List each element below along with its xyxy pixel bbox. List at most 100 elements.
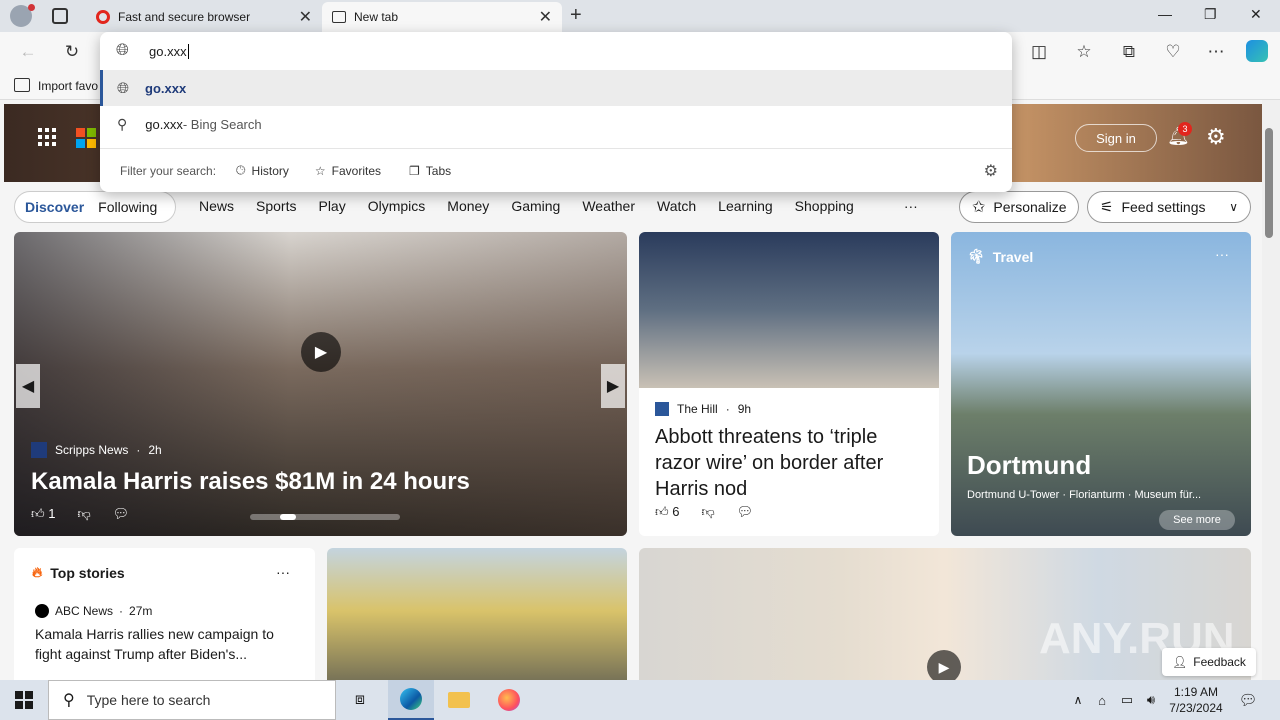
nav-item-weather[interactable]: Weather	[582, 198, 635, 214]
tab-title: New tab	[354, 10, 399, 24]
travel-label: 🌴︎ Travel	[967, 248, 1034, 265]
nav-more-button[interactable]: ···	[904, 198, 918, 214]
travel-title[interactable]: Dortmund	[967, 450, 1091, 481]
comment-icon[interactable]: 💬︎	[737, 504, 754, 520]
taskbar: ⚲ Type here to search ⧈ ∧ ⌂ ▭ 🔊︎ 1:19 AM…	[0, 680, 1280, 720]
comment-icon[interactable]: 💬︎	[113, 506, 130, 522]
scrollbar-thumb[interactable]	[1265, 128, 1273, 238]
nav-item-learning[interactable]: Learning	[718, 198, 773, 214]
like-button[interactable]: 👍︎ 1	[31, 506, 55, 522]
settings-more-icon[interactable]: ⋯	[1204, 40, 1228, 64]
story-source: ABC News · 27m	[35, 604, 152, 618]
browser-essentials-icon[interactable]: ♡	[1161, 40, 1185, 64]
travel-card[interactable]: 🌴︎ Travel ··· Dortmund Dortmund U-Tower …	[951, 232, 1251, 536]
import-favorites-link[interactable]: Import favo	[38, 79, 98, 93]
network-tray-icon[interactable]: ⌂	[1092, 680, 1112, 720]
nav-item-play[interactable]: Play	[318, 198, 345, 214]
globe-icon: 🌐︎	[116, 42, 129, 59]
main-story-headline[interactable]: Kamala Harris raises $81M in 24 hours	[31, 468, 470, 496]
collections-icon[interactable]: ⧉	[1117, 40, 1141, 64]
clock[interactable]: 1:19 AM 7/23/2024	[1162, 680, 1230, 720]
taskbar-search-box[interactable]: ⚲ Type here to search	[48, 680, 336, 720]
nav-item-news[interactable]: News	[199, 198, 234, 214]
microsoft-logo-icon[interactable]	[76, 128, 96, 148]
more-options-icon[interactable]: ···	[1215, 246, 1229, 262]
start-button[interactable]	[0, 680, 48, 720]
apps-launcher-icon[interactable]	[38, 128, 56, 146]
filter-history-button[interactable]: 🕒︎ History	[236, 163, 289, 178]
suggestion-search[interactable]: ⚲ go.xxx - Bing Search	[100, 106, 1012, 142]
minimize-icon[interactable]: —	[1158, 6, 1172, 22]
dislike-icon[interactable]: 👎︎	[701, 504, 714, 520]
travel-caption: Dortmund U-Tower · Florianturm · Museum …	[967, 489, 1202, 501]
restore-icon[interactable]: ❐	[1204, 6, 1217, 23]
source-name: Scripps News	[55, 443, 129, 457]
tab-following[interactable]: Following	[98, 199, 157, 215]
source-name: The Hill	[677, 402, 718, 416]
back-icon[interactable]: ←	[16, 40, 40, 64]
tab-discover[interactable]: Discover	[25, 199, 84, 215]
nav-item-money[interactable]: Money	[447, 198, 489, 214]
carousel-dots	[250, 514, 400, 520]
main-story-card[interactable]: ▶ ◀ ▶ Scripps News · 2h Kamala Harris ra…	[14, 232, 627, 536]
main-story-source: Scripps News · 2h	[31, 442, 162, 458]
play-icon[interactable]: ▶	[301, 332, 341, 372]
dislike-icon[interactable]: 👎︎	[77, 506, 90, 522]
search-icon: ⚲	[117, 115, 128, 132]
close-tab-icon[interactable]: ✕	[299, 7, 312, 27]
active-dot	[280, 514, 296, 520]
tab-strip: Fast and secure browser ✕ New tab ✕ + — …	[0, 0, 1280, 32]
personalize-button[interactable]: ✩ Personalize	[959, 191, 1079, 223]
firefox-icon[interactable]	[486, 680, 532, 720]
carousel-prev-icon[interactable]: ◀	[16, 364, 40, 408]
filter-favorites-button[interactable]: ☆ Favorites	[315, 164, 381, 178]
notification-center-icon[interactable]: 💬︎	[1234, 680, 1262, 720]
copilot-icon[interactable]	[1246, 40, 1268, 62]
feed-settings-button[interactable]: ⚟ Feed settings ∨	[1087, 191, 1251, 223]
edge-taskbar-icon[interactable]	[388, 680, 434, 720]
tab-opera[interactable]: Fast and secure browser ✕	[86, 2, 322, 32]
source-name: ABC News	[55, 604, 114, 618]
nav-item-olympics[interactable]: Olympics	[368, 198, 426, 214]
ethernet-icon[interactable]: ▭	[1116, 680, 1138, 720]
tab-actions-icon[interactable]	[52, 8, 68, 24]
nav-item-sports[interactable]: Sports	[256, 198, 296, 214]
nav-item-watch[interactable]: Watch	[657, 198, 696, 214]
story-age: 2h	[148, 443, 162, 457]
story-photo	[639, 232, 939, 388]
story-card-the-hill[interactable]: The Hill · 9h Abbott threatens to ‘tripl…	[639, 232, 939, 536]
feedback-button[interactable]: 👤︎ Feedback	[1162, 648, 1256, 676]
volume-icon[interactable]: 🔊︎	[1140, 680, 1162, 720]
tab-new-tab[interactable]: New tab ✕	[322, 2, 562, 32]
address-input[interactable]: go.xxx	[149, 44, 189, 59]
task-view-icon[interactable]: ⧈	[340, 680, 380, 720]
toys-image-card[interactable]: ▶ ANY.RUN	[639, 548, 1251, 680]
favorites-star-icon[interactable]: ☆	[1072, 40, 1096, 64]
more-options-icon[interactable]: ···	[276, 564, 290, 580]
page-settings-gear-icon[interactable]: ⚙	[1206, 124, 1226, 150]
feed-toggle: Discover Following	[14, 191, 176, 223]
sign-in-button[interactable]: Sign in	[1075, 124, 1157, 152]
split-screen-icon[interactable]: ◫	[1027, 40, 1051, 64]
nav-item-shopping[interactable]: Shopping	[795, 198, 854, 214]
carousel-next-icon[interactable]: ▶	[601, 364, 625, 408]
play-icon[interactable]: ▶	[927, 650, 961, 680]
feed-settings-label: Feed settings	[1121, 199, 1206, 215]
close-tab-icon[interactable]: ✕	[539, 7, 552, 27]
workers-image-card[interactable]	[327, 548, 627, 680]
show-hidden-icons-chevron-icon[interactable]: ∧	[1068, 680, 1088, 720]
filter-tabs-button[interactable]: ❐ Tabs	[409, 164, 451, 178]
new-tab-plus-icon[interactable]: +	[570, 4, 582, 27]
nav-item-gaming[interactable]: Gaming	[511, 198, 560, 214]
story-headline[interactable]: Kamala Harris rallies new campaign to fi…	[35, 624, 295, 664]
see-more-button[interactable]: See more	[1159, 510, 1235, 530]
story-headline[interactable]: Abbott threatens to ‘triple razor wire’ …	[655, 424, 925, 502]
search-settings-gear-icon[interactable]: ⚙	[984, 161, 998, 181]
opera-logo-icon	[96, 10, 110, 24]
file-explorer-icon[interactable]	[436, 680, 482, 720]
refresh-icon[interactable]: ↻	[60, 40, 84, 64]
category-nav: News Sports Play Olympics Money Gaming W…	[199, 198, 918, 214]
window-close-icon[interactable]: ✕	[1250, 6, 1262, 23]
like-button[interactable]: 👍︎ 6	[655, 504, 679, 520]
suggestion-url[interactable]: 🌐︎ go.xxx	[100, 70, 1012, 106]
